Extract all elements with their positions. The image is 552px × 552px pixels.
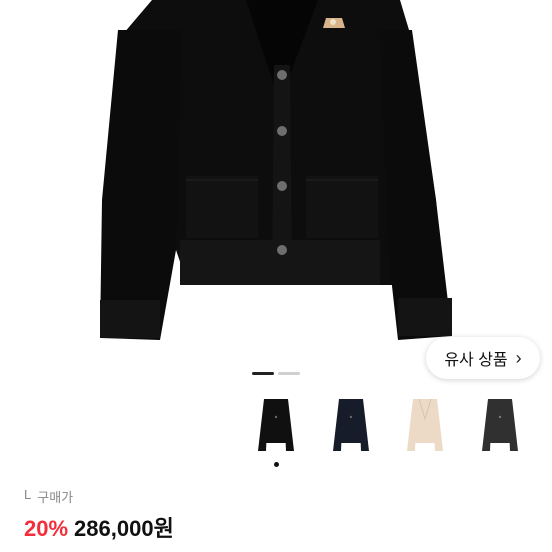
cardigan-illustration — [100, 0, 452, 340]
thumbnail-navy[interactable] — [317, 392, 384, 458]
thumbnail-black[interactable] — [243, 392, 309, 458]
purchase-status-label: 구매가 — [37, 490, 74, 505]
size-status-line: L 구매가 — [24, 487, 73, 506]
price-value: 286,000원 — [74, 516, 174, 541]
price-line: 20% 286,000원 — [24, 511, 174, 543]
size-label: L — [24, 487, 32, 502]
selected-thumbnail-indicator — [274, 462, 279, 467]
discount-rate: 20% — [24, 516, 69, 541]
thumbnail-charcoal[interactable] — [466, 392, 533, 458]
similar-products-button[interactable]: 유사 상품 › — [426, 337, 540, 379]
thumbnail-beige[interactable] — [392, 392, 459, 458]
color-thumbnails — [243, 392, 533, 460]
chevron-right-icon: › — [515, 347, 522, 368]
image-pager — [252, 372, 300, 375]
similar-products-label: 유사 상품 — [444, 352, 508, 369]
product-main-image[interactable] — [0, 0, 552, 380]
pager-indicator — [278, 372, 300, 375]
pager-indicator-active — [252, 372, 274, 375]
